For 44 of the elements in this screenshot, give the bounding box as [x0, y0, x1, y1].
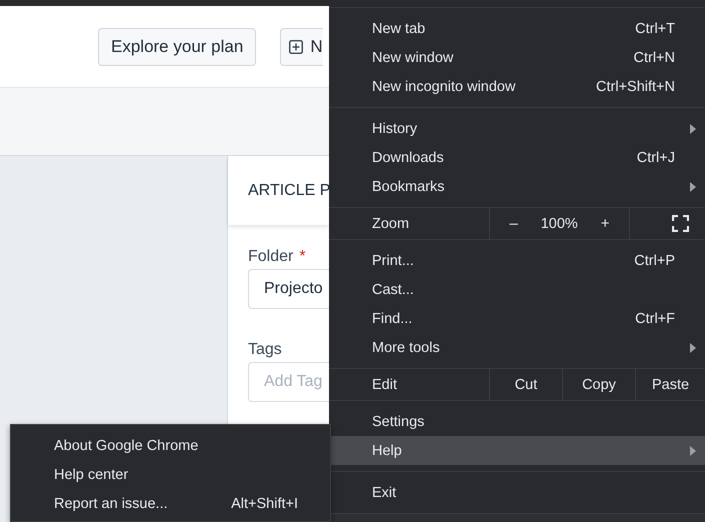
edit-button[interactable]: Paste — [635, 369, 705, 400]
menu-item[interactable]: Help — [329, 436, 705, 465]
menu-item[interactable]: New tab Ctrl+T — [329, 14, 705, 43]
shortcut-label: Ctrl+Shift+N — [596, 78, 675, 94]
submenu-arrow-icon — [690, 446, 696, 456]
menu-item[interactable]: Help center — [11, 460, 330, 489]
menu-item[interactable]: Cast... — [329, 275, 705, 304]
shortcut-label: Ctrl+P — [634, 252, 675, 268]
edit-button[interactable]: Cut — [489, 369, 562, 400]
input-field[interactable]: Projecto — [248, 269, 329, 309]
menu-item[interactable]: Report an issue... Alt+Shift+I — [11, 489, 330, 518]
zoom-level: 100% — [540, 216, 578, 232]
plus-square-icon — [289, 40, 304, 54]
shortcut-label: Alt+Shift+I — [231, 496, 298, 512]
fullscreen-icon — [672, 215, 689, 232]
menu-item[interactable]: Bookmarks — [329, 172, 705, 201]
menu-item[interactable]: Print... Ctrl+P — [329, 246, 705, 275]
shortcut-label: Ctrl+J — [636, 150, 675, 166]
new-button[interactable]: N — [280, 28, 323, 66]
shortcut-label: Ctrl+T — [635, 20, 675, 36]
menu-label: Edit — [371, 376, 398, 394]
menu-item[interactable]: History — [329, 114, 705, 143]
input-field[interactable]: Add Tag — [248, 362, 329, 402]
menu-label: Zoom — [371, 214, 410, 234]
shortcut-label: Ctrl+F — [635, 310, 675, 326]
zoom-out-button[interactable]: – — [505, 215, 522, 232]
menu-item[interactable]: New window Ctrl+N — [329, 43, 705, 72]
submenu-arrow-icon — [690, 182, 696, 192]
menu-item[interactable]: Find... Ctrl+F — [329, 304, 705, 333]
menu-item[interactable]: Downloads Ctrl+J — [329, 143, 705, 172]
required-mark: * — [299, 248, 306, 267]
menu-item[interactable]: More tools — [329, 333, 705, 362]
explore-button[interactable]: Explore your plan — [98, 28, 256, 66]
field-label: Folder — [248, 248, 294, 267]
edit-button[interactable]: Copy — [562, 369, 635, 400]
submenu-arrow-icon — [690, 343, 696, 353]
menu-item[interactable]: About Google Chrome — [11, 431, 330, 460]
menu-item[interactable]: New incognito window Ctrl+Shift+N — [329, 72, 705, 101]
menu-item[interactable]: Settings — [329, 407, 705, 436]
submenu-arrow-icon — [690, 124, 696, 134]
shortcut-label: Ctrl+N — [634, 50, 675, 66]
menu-item[interactable]: Exit — [329, 478, 705, 507]
field-label: Tags — [248, 341, 282, 360]
zoom-in-button[interactable]: + — [596, 215, 614, 232]
